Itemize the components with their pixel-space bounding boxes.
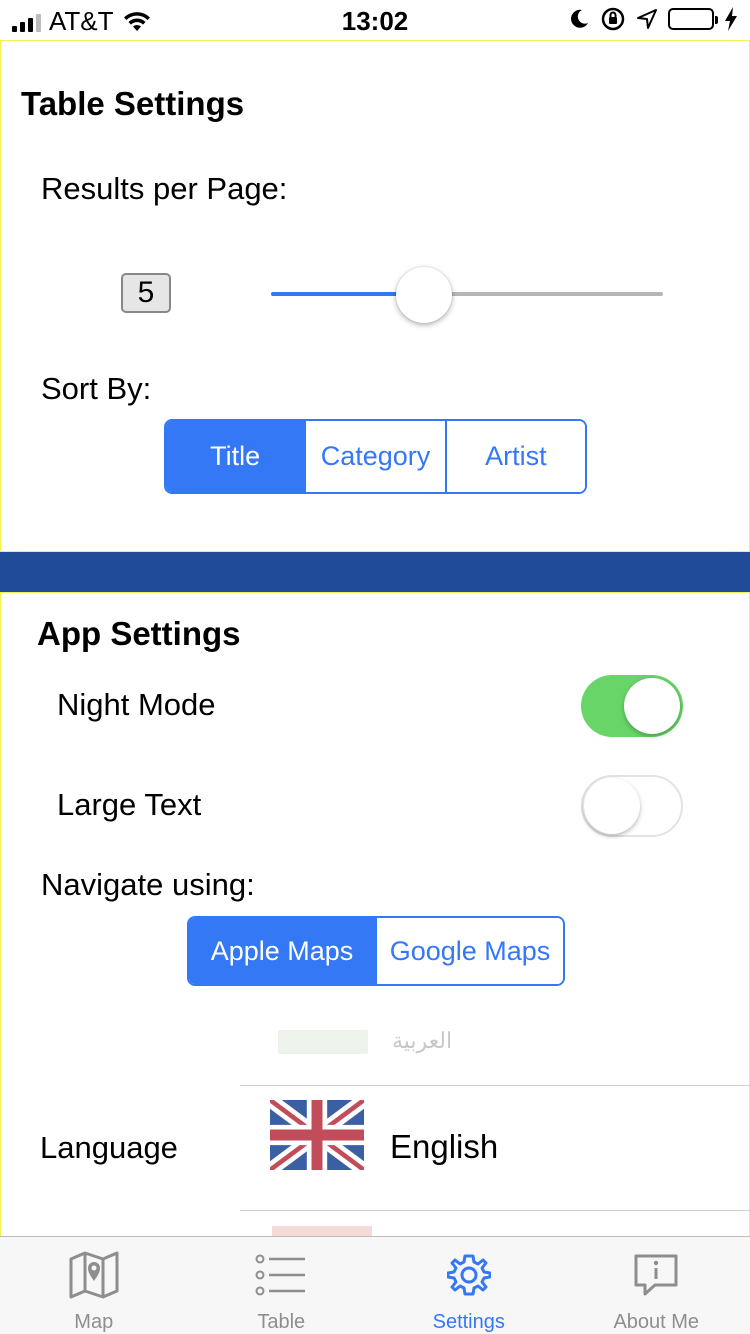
table-settings-panel: Table Settings Results per Page: 5 Sort … (0, 40, 750, 552)
tab-label: Table (257, 1311, 306, 1333)
app-settings-title: App Settings (37, 615, 241, 652)
results-slider[interactable] (271, 267, 663, 323)
tab-label: Settings (432, 1311, 505, 1333)
sort-option-artist[interactable]: Artist (444, 421, 585, 492)
status-right (568, 6, 738, 32)
sort-by-label: Sort By: (41, 371, 152, 406)
list-icon (255, 1249, 307, 1301)
nav-option-google-maps[interactable]: Google Maps (375, 918, 563, 984)
picker-selection-line (240, 1085, 750, 1086)
info-bubble-icon (630, 1249, 682, 1301)
slider-thumb[interactable] (395, 267, 452, 323)
large-text-switch[interactable] (581, 775, 683, 837)
flag-faded-icon (278, 1030, 368, 1054)
section-divider (0, 552, 750, 592)
results-per-page-label: Results per Page: (41, 171, 288, 206)
switch-knob (624, 678, 680, 734)
table-settings-title: Table Settings (21, 85, 245, 122)
language-option-arabic[interactable]: العربية (392, 1028, 452, 1054)
sort-option-title[interactable]: Title (166, 421, 305, 492)
night-mode-label: Night Mode (57, 687, 216, 722)
tab-label: Map (74, 1311, 114, 1333)
gear-icon (443, 1249, 495, 1301)
navigation-segmented-control[interactable]: Apple Maps Google Maps (187, 916, 565, 986)
tab-about-me[interactable]: About Me (563, 1237, 750, 1334)
uk-flag-icon (270, 1100, 364, 1170)
language-option-english[interactable]: English (390, 1128, 498, 1166)
tab-label: About Me (613, 1311, 700, 1333)
tab-bar: Map Table Settings About Me (0, 1236, 750, 1334)
orientation-lock-icon (601, 7, 625, 31)
tab-table[interactable]: Table (188, 1237, 376, 1334)
sort-option-category[interactable]: Category (304, 421, 445, 492)
location-arrow-icon (637, 9, 657, 29)
nav-option-apple-maps[interactable]: Apple Maps (189, 918, 375, 984)
large-text-label: Large Text (57, 787, 202, 822)
switch-knob (584, 778, 640, 834)
tab-settings[interactable]: Settings (375, 1237, 563, 1334)
results-value: 5 (121, 273, 171, 313)
night-mode-switch[interactable] (581, 675, 683, 737)
battery-icon (668, 8, 718, 30)
language-label: Language (40, 1130, 178, 1165)
sort-by-segmented-control[interactable]: Title Category Artist (164, 419, 587, 494)
status-bar: AT&T 13:02 (0, 0, 750, 40)
moon-icon (571, 9, 588, 28)
picker-selection-line (240, 1210, 750, 1211)
navigate-using-label: Navigate using: (41, 867, 255, 902)
charging-bolt-icon (725, 7, 737, 31)
tab-map[interactable]: Map (0, 1237, 188, 1334)
map-icon (68, 1249, 120, 1301)
